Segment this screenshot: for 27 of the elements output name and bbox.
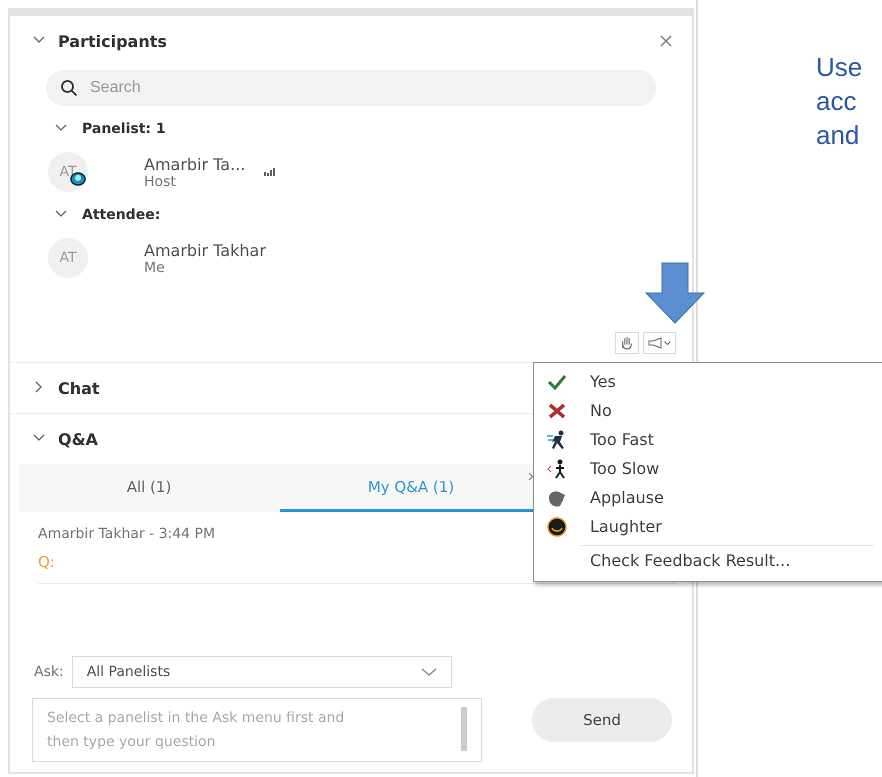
tab[interactable]: All (1) bbox=[18, 464, 280, 512]
section-title: Chat bbox=[58, 378, 100, 398]
section-title: Participants bbox=[58, 32, 167, 50]
question-meta: Amarbir Takhar - 3:44 PM bbox=[38, 526, 216, 542]
participant-name: Amarbir Takhar bbox=[144, 240, 264, 260]
ask-dropdown[interactable]: All Panelists bbox=[72, 656, 452, 688]
menu-item[interactable]: No bbox=[534, 396, 882, 425]
menu-item[interactable]: Check Feedback Result... bbox=[580, 546, 882, 575]
avatar: AT bbox=[48, 238, 88, 278]
search-input[interactable]: Search bbox=[88, 78, 299, 98]
ask-label: Ask: bbox=[34, 664, 64, 680]
send-button[interactable]: Send bbox=[532, 698, 672, 742]
search-field[interactable]: Search bbox=[46, 70, 656, 106]
group-label: Attendee: bbox=[82, 207, 160, 223]
menu-item[interactable]: Too Fast bbox=[534, 425, 882, 454]
side-text: Use bbox=[816, 51, 864, 84]
participant-role: Host bbox=[144, 174, 177, 190]
menu-item[interactable]: Yes bbox=[534, 367, 882, 396]
side-text: acc bbox=[816, 85, 858, 118]
question-text: Q: bbox=[38, 553, 55, 571]
section-title: Q&A bbox=[58, 430, 98, 448]
avatar: AT bbox=[48, 152, 88, 192]
participant-role: Me bbox=[144, 260, 166, 276]
side-text: and bbox=[816, 119, 860, 152]
participant-name: Amarbir Ta... bbox=[144, 154, 246, 174]
menu-item[interactable]: Laughter bbox=[534, 512, 882, 541]
group-label: Panelist: 1 bbox=[82, 121, 166, 137]
